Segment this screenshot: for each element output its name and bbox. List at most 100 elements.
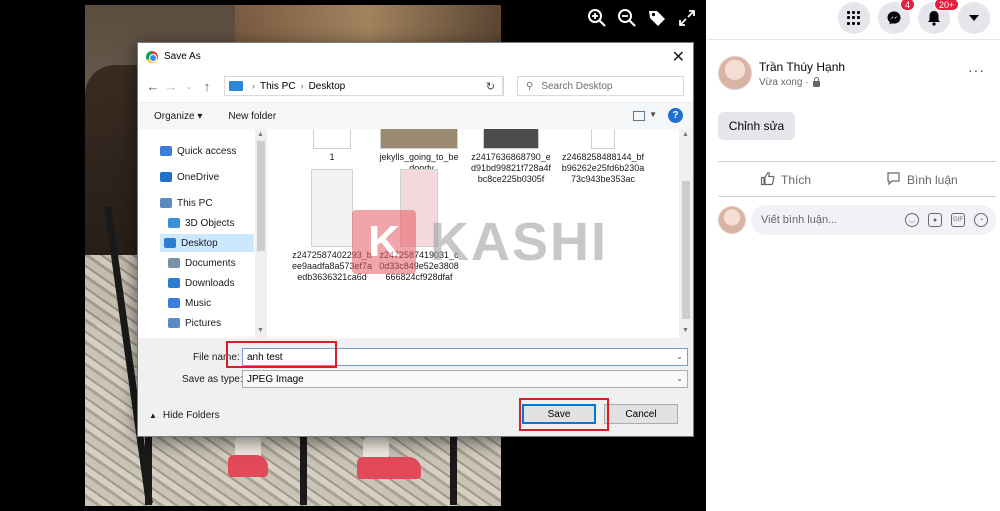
post-time[interactable]: Vừa xong ·	[759, 77, 809, 88]
edit-button[interactable]: Chỉnh sửa	[718, 112, 795, 140]
sidebar-item-label: Music	[185, 297, 212, 309]
file-item[interactable]: 1	[290, 129, 374, 163]
sidebar-item-this-pc[interactable]: This PC	[160, 194, 213, 212]
author-name[interactable]: Trần Thúy Hạnh	[759, 60, 845, 74]
tag-icon[interactable]	[645, 6, 669, 30]
sidebar-item-label: OneDrive	[177, 171, 220, 183]
chevron-down-icon[interactable]: ▼	[649, 110, 657, 119]
sidebar-item-onedrive[interactable]: OneDrive	[160, 168, 219, 186]
sticker-icon[interactable]: ◔	[974, 213, 988, 227]
file-item[interactable]: z2417636868790_ed91bd99821f728a4fbc8ce22…	[469, 129, 553, 185]
account-chevron-icon[interactable]	[958, 2, 990, 34]
camera-icon[interactable]: ●	[928, 213, 942, 227]
chevron-down-icon[interactable]: ⌄	[676, 374, 683, 383]
sidebar-item-quick-access[interactable]: Quick access	[160, 142, 236, 160]
like-label: Thích	[781, 173, 812, 187]
files-scrollbar[interactable]: ▲ ▼	[679, 129, 693, 338]
scroll-down-icon[interactable]: ▼	[257, 327, 264, 334]
navigation-bar: ← → ⌄ ↑ › This PC › Desktop ⌄ ↻ ⚲ Search…	[138, 70, 693, 102]
post-status: Vừa xong ·	[759, 76, 820, 88]
back-arrow-icon[interactable]: ←	[144, 79, 162, 94]
file-thumbnail	[400, 169, 438, 247]
file-list: 1 jekylls_going_to_be_doody z2417636868790…	[269, 129, 679, 338]
refresh-icon[interactable]: ↻	[479, 76, 503, 96]
help-icon[interactable]: ?	[668, 108, 683, 123]
emoji-icon[interactable]: ◡	[905, 213, 919, 227]
avatar[interactable]	[718, 56, 752, 90]
sidebar-item-pictures[interactable]: Pictures	[168, 314, 221, 332]
zoom-in-icon[interactable]	[585, 6, 609, 30]
download-icon	[168, 278, 180, 288]
sidebar-item-label: Pictures	[185, 317, 222, 329]
cancel-button[interactable]: Cancel	[604, 404, 678, 424]
viewer-toolbar	[585, 6, 699, 30]
recent-locations-chevron-icon[interactable]: ⌄	[180, 82, 198, 91]
navigation-scrollbar[interactable]: ▲ ▼	[255, 129, 267, 338]
sidebar-item-label: Quick access	[177, 145, 237, 157]
file-thumbnail	[591, 129, 615, 149]
view-options-icon[interactable]	[633, 111, 645, 121]
forward-arrow-icon[interactable]: →	[162, 79, 180, 94]
file-item[interactable]: z2468258488144_bfb96262e25fd6b230a73c943…	[561, 129, 645, 185]
save-as-dialog: Save As ✕ ← → ⌄ ↑ › This PC › Desktop ⌄ …	[137, 42, 694, 437]
file-item[interactable]: z2472587402293_bee9aadfa8a573ef7aedb3636…	[290, 169, 374, 283]
dialog-titlebar: Save As ✕	[138, 43, 693, 70]
post-author	[718, 56, 752, 90]
dialog-body: Quick access OneDrive This PC 3D Objects Des…	[138, 129, 693, 338]
comment-input[interactable]: Viết bình luận... ◡ ● GIF ◔	[751, 205, 996, 235]
messenger-badge: 4	[900, 0, 916, 11]
close-icon[interactable]: ✕	[672, 47, 685, 67]
chrome-icon	[146, 50, 158, 63]
sidebar-item-desktop[interactable]: Desktop	[160, 234, 254, 252]
notification-badge: 20+	[934, 0, 960, 11]
sidebar-item-downloads[interactable]: Downloads	[168, 274, 234, 292]
file-name: z2472587419031_c0d33c849e52e3808666824cf…	[379, 250, 459, 282]
thumbs-up-icon	[760, 171, 775, 189]
sidebar-item-documents[interactable]: Documents	[168, 254, 236, 272]
hide-folders-label: Hide Folders	[162, 410, 220, 421]
file-item[interactable]: jekylls_going_to_be_doody	[377, 129, 461, 174]
scroll-down-icon[interactable]: ▼	[682, 327, 689, 334]
fullscreen-icon[interactable]	[675, 6, 699, 30]
lock-icon	[812, 76, 820, 87]
menu-grid-icon[interactable]	[838, 2, 870, 34]
file-thumbnail	[483, 129, 539, 149]
new-folder-button[interactable]: New folder	[228, 111, 276, 122]
chevron-down-icon[interactable]: ⌄	[676, 352, 683, 361]
up-arrow-icon[interactable]: ↑	[198, 79, 216, 94]
search-input[interactable]: ⚲ Search Desktop	[517, 76, 684, 96]
comment-tools: ◡ ● GIF ◔	[905, 213, 988, 227]
organize-menu[interactable]: Organize ▾	[154, 111, 202, 122]
file-name-highlight	[226, 341, 337, 368]
photo-shoe	[357, 457, 421, 479]
sidebar-item-music[interactable]: Music	[168, 294, 211, 312]
cube-icon	[168, 218, 180, 228]
divider	[718, 196, 996, 197]
file-thumbnail	[313, 129, 351, 149]
messenger-icon[interactable]: 4	[878, 0, 916, 34]
more-options-icon[interactable]: ···	[968, 62, 985, 78]
comment-button[interactable]: Bình luận	[886, 171, 958, 189]
save-type-value: JPEG Image	[247, 373, 304, 385]
scrollbar-thumb[interactable]	[257, 141, 265, 251]
sidebar-item-3d-objects[interactable]: 3D Objects	[168, 214, 234, 232]
document-icon	[168, 258, 180, 268]
pictures-icon	[168, 318, 180, 328]
gif-icon[interactable]: GIF	[951, 213, 965, 227]
file-item[interactable]: z2472587419031_c0d33c849e52e3808666824cf…	[377, 169, 461, 283]
comment-composer: Viết bình luận... ◡ ● GIF ◔	[718, 205, 996, 235]
address-bar[interactable]: › This PC › Desktop ⌄	[224, 76, 504, 96]
bell-icon[interactable]: 20+	[918, 0, 960, 34]
save-type-select[interactable]: JPEG Image ⌄	[242, 370, 688, 388]
scroll-up-icon[interactable]: ▲	[257, 131, 264, 138]
breadcrumb-this-pc[interactable]: This PC	[260, 81, 296, 92]
screen: Save As ✕ ← → ⌄ ↑ › This PC › Desktop ⌄ …	[0, 0, 1000, 511]
scroll-up-icon[interactable]: ▲	[682, 131, 689, 138]
zoom-out-icon[interactable]	[615, 6, 639, 30]
like-button[interactable]: Thích	[760, 171, 811, 189]
scrollbar-thumb[interactable]	[682, 181, 690, 319]
hide-folders-toggle[interactable]: ▲ Hide Folders	[149, 410, 220, 421]
breadcrumb-desktop[interactable]: Desktop	[309, 81, 346, 92]
file-name: z2417636868790_ed91bd99821f728a4fbc8ce22…	[470, 152, 552, 184]
divider	[718, 161, 996, 162]
